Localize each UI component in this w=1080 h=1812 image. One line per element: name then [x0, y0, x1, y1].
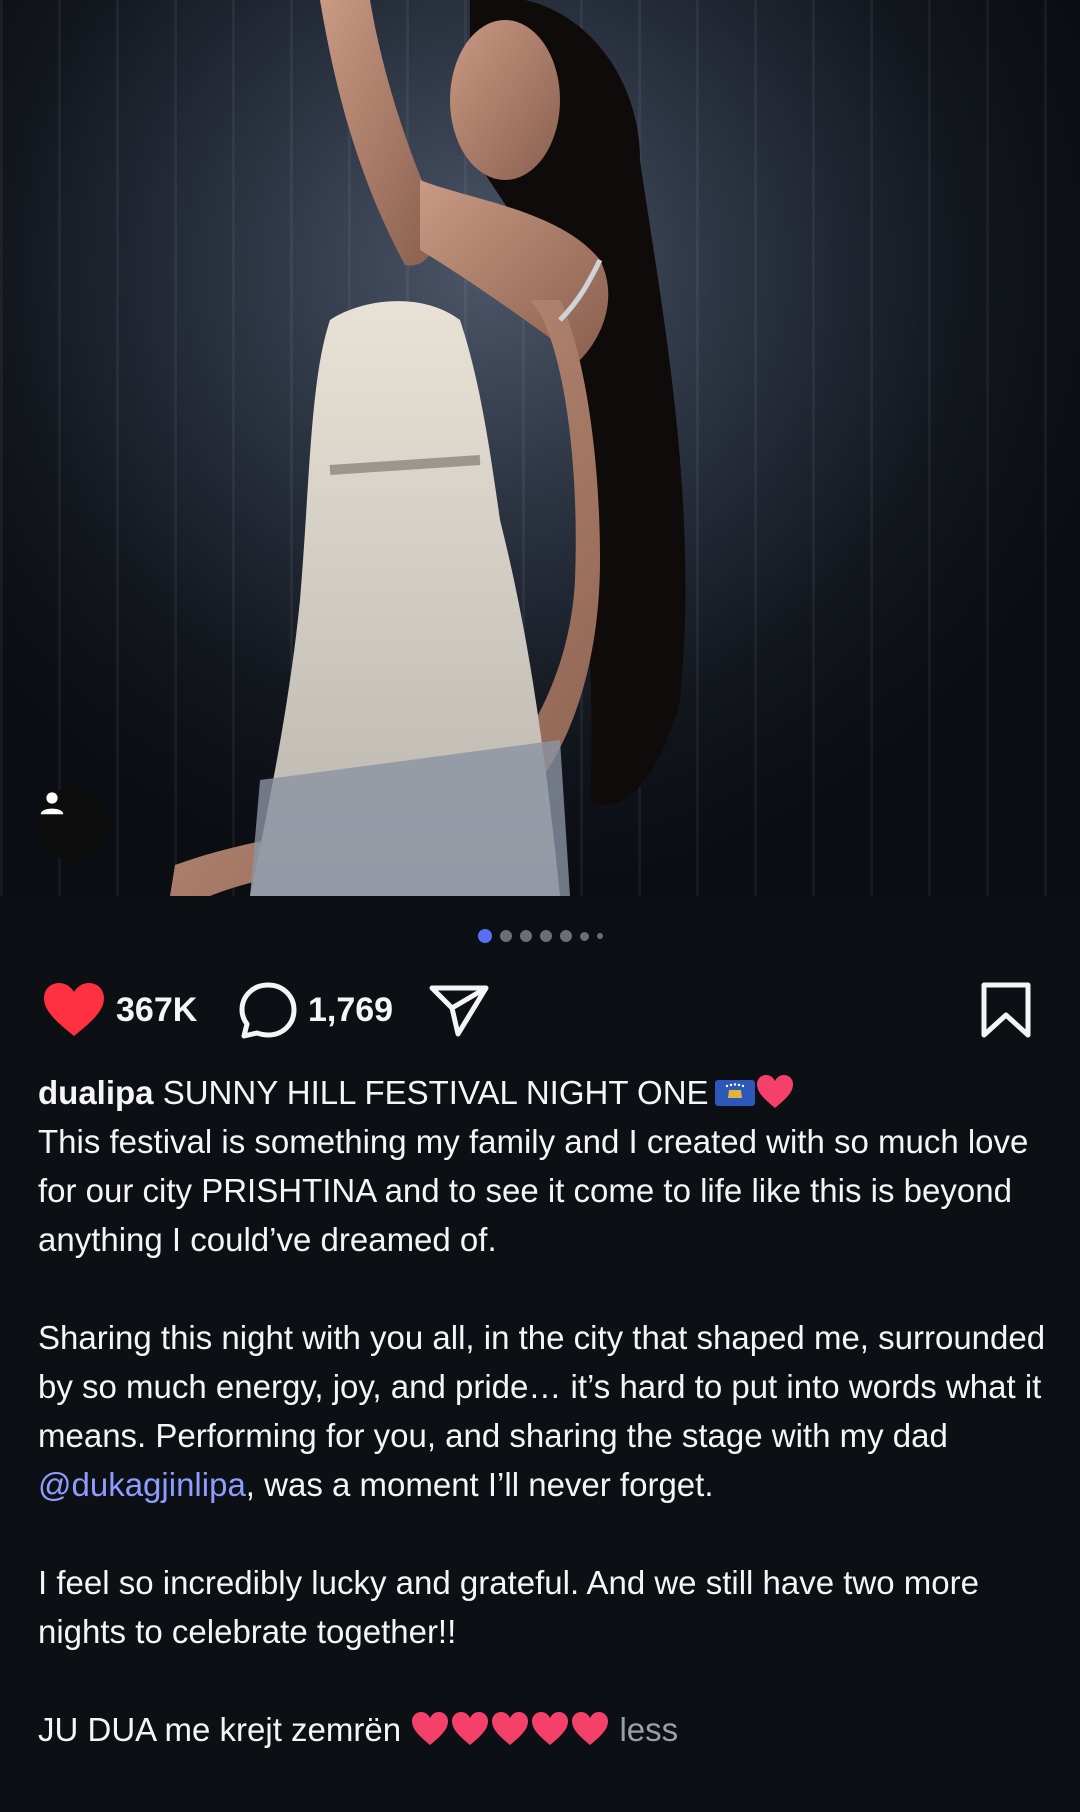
caption-paragraph-4: JU DUA me krejt zemrën less: [38, 1705, 1048, 1754]
share-action[interactable]: [428, 975, 490, 1045]
caption-paragraph-2: Sharing this night with you all, in the …: [38, 1313, 1048, 1509]
caption-paragraph-1: This festival is something my family and…: [38, 1123, 1029, 1258]
heart-emoji-row: [410, 1711, 619, 1748]
carousel-dot: [596, 933, 603, 939]
carousel-indicator: [0, 929, 1080, 943]
mention-link[interactable]: @dukagjinlipa: [38, 1466, 246, 1503]
like-action[interactable]: 367K: [42, 975, 197, 1045]
paper-plane-icon[interactable]: [428, 982, 490, 1038]
save-action[interactable]: [980, 975, 1032, 1045]
carousel-dot: [499, 930, 512, 942]
person-tag-icon: [40, 792, 64, 815]
carousel-dot: [579, 931, 589, 941]
heart-icon[interactable]: [42, 982, 106, 1038]
post-caption: dualipa SUNNY HILL FESTIVAL NIGHT ONE Th…: [38, 1068, 1048, 1754]
heart-emoji-icon: [572, 1712, 609, 1745]
caption-username[interactable]: dualipa: [38, 1074, 154, 1111]
photo-illustration: [170, 0, 686, 896]
like-count[interactable]: 367K: [116, 991, 197, 1030]
carousel-dot: [559, 930, 572, 942]
carousel-dot: [539, 930, 552, 942]
caption-less-link[interactable]: less: [619, 1711, 678, 1748]
comment-action[interactable]: 1,769: [238, 975, 393, 1045]
kosovo-flag-icon: [714, 1080, 755, 1106]
post-photo[interactable]: [0, 0, 1080, 896]
bookmark-icon[interactable]: [980, 981, 1032, 1039]
heart-emoji-icon: [452, 1712, 489, 1745]
comment-count[interactable]: 1,769: [308, 991, 393, 1030]
comment-bubble-icon[interactable]: [238, 980, 298, 1040]
red-heart-emoji-icon: [756, 1075, 793, 1108]
caption-paragraph-4-text: JU DUA me krejt zemrën: [38, 1711, 402, 1748]
heart-emoji-icon: [492, 1712, 529, 1745]
heart-emoji-icon: [532, 1712, 569, 1745]
heart-emoji-icon: [412, 1712, 449, 1745]
caption-header: dualipa SUNNY HILL FESTIVAL NIGHT ONE Th…: [38, 1068, 1048, 1264]
carousel-dot: [519, 930, 532, 942]
tagged-people-button[interactable]: [37, 788, 109, 860]
caption-paragraph-3: I feel so incredibly lucky and grateful.…: [38, 1564, 979, 1650]
carousel-dot-active: [477, 929, 492, 943]
caption-paragraph-2-end: , was a moment I’ll never forget.: [245, 1466, 714, 1503]
caption-paragraph-2-text: Sharing this night with you all, in the …: [38, 1319, 1046, 1454]
caption-title: SUNNY HILL FESTIVAL NIGHT ONE: [162, 1074, 709, 1111]
post-action-bar: 367K 1,769: [0, 975, 1080, 1045]
